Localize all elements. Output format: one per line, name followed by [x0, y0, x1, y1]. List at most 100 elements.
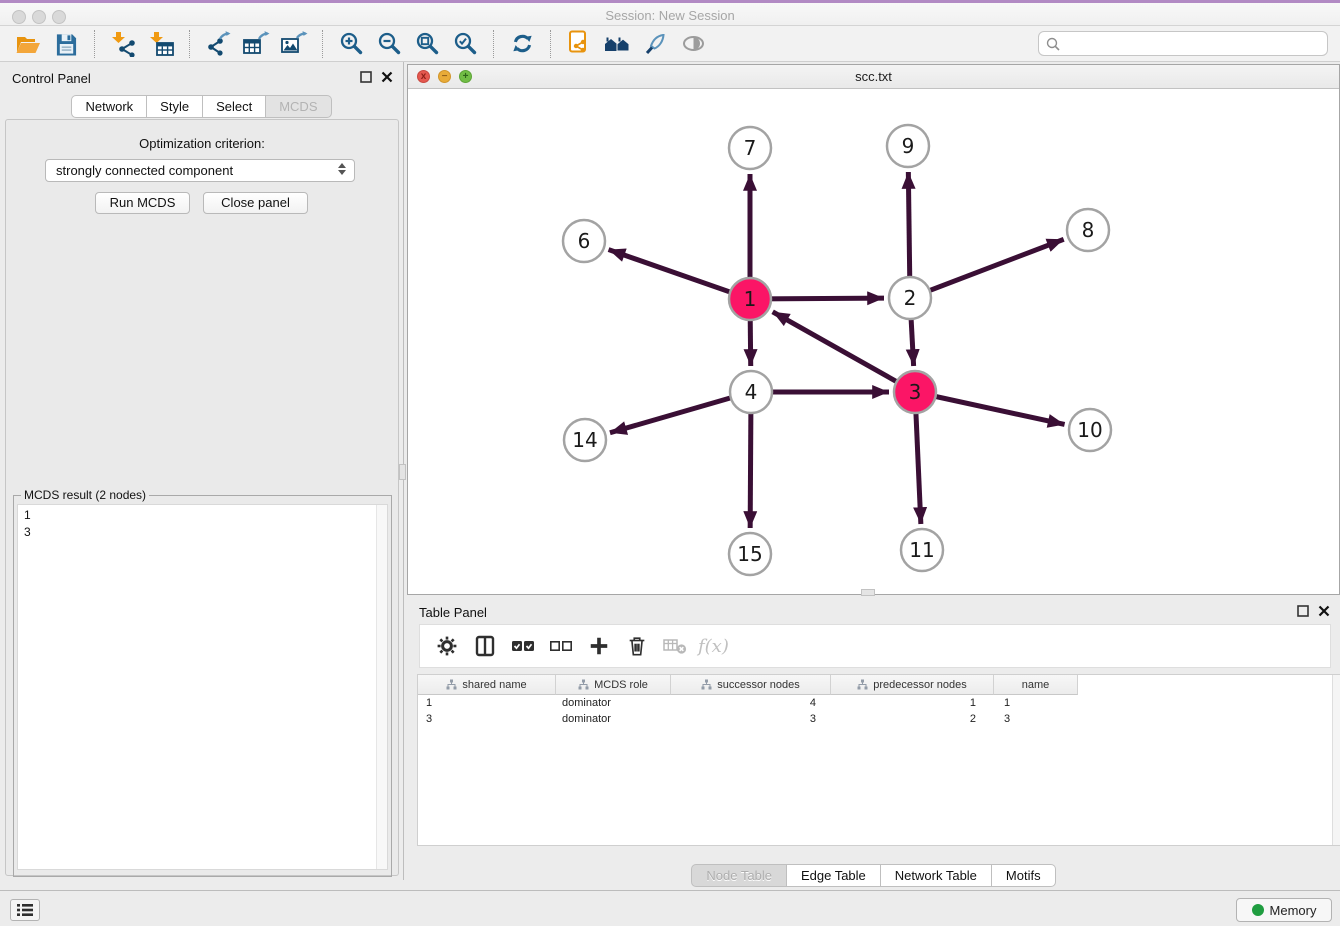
memory-button[interactable]: Memory: [1236, 898, 1332, 922]
edge-1-6[interactable]: [609, 250, 741, 296]
table-cell[interactable]: 1: [418, 695, 556, 711]
node-7[interactable]: 7: [729, 127, 771, 169]
select-all-icon[interactable]: [510, 633, 536, 659]
tab-network-table[interactable]: Network Table: [881, 864, 992, 887]
panel-splitter-grip[interactable]: [399, 464, 406, 480]
table-row[interactable]: 3dominator323: [418, 711, 1340, 727]
mcds-result-line: 3: [24, 524, 387, 541]
zoom-in-icon[interactable]: [336, 30, 366, 58]
column-header-shared-name[interactable]: shared name: [418, 675, 556, 695]
table-cell[interactable]: 1: [994, 695, 1078, 711]
column-header-predecessor-nodes[interactable]: predecessor nodes: [831, 675, 994, 695]
node-1[interactable]: 1: [729, 278, 771, 320]
edge-2-9[interactable]: [908, 172, 910, 288]
network-view-window: x − + scc.txt 7 9 6 8 1 2 4 3 14 10 15 11: [407, 64, 1340, 595]
import-network-icon[interactable]: [108, 30, 138, 58]
tab-style[interactable]: Style: [147, 95, 203, 118]
edge-2-8[interactable]: [919, 239, 1063, 294]
window-title: Session: New Session: [0, 8, 1340, 23]
close-panel-icon[interactable]: [381, 71, 393, 83]
result-scrollbar[interactable]: [376, 505, 387, 869]
tab-select[interactable]: Select: [203, 95, 266, 118]
float-panel-icon[interactable]: [360, 71, 372, 83]
mcds-tab-content: Optimization criterion: strongly connect…: [5, 119, 399, 876]
delete-table-icon[interactable]: [662, 633, 688, 659]
edge-3-11[interactable]: [915, 402, 920, 524]
edge-3-1[interactable]: [773, 312, 907, 387]
table-cell[interactable]: 3: [994, 711, 1078, 727]
svg-text:2: 2: [904, 286, 917, 310]
column-header-label: predecessor nodes: [873, 679, 967, 691]
close-panel-button[interactable]: Close panel: [203, 192, 308, 214]
node-4[interactable]: 4: [730, 371, 772, 413]
node-9[interactable]: 9: [887, 125, 929, 167]
shared-column-icon: [446, 679, 457, 690]
table-cell[interactable]: 4: [671, 695, 831, 711]
apply-style-icon[interactable]: [640, 30, 670, 58]
table-cell[interactable]: 1: [831, 695, 994, 711]
node-10[interactable]: 10: [1069, 409, 1111, 451]
table-panel-tabs: Node Table Edge Table Network Table Moti…: [407, 864, 1340, 887]
export-image-icon[interactable]: [279, 30, 309, 58]
edge-4-14[interactable]: [610, 395, 741, 433]
add-row-icon[interactable]: [586, 633, 612, 659]
table-options-icon[interactable]: [434, 633, 460, 659]
node-2[interactable]: 2: [889, 277, 931, 319]
export-network-icon[interactable]: [203, 30, 233, 58]
table-cell[interactable]: 3: [418, 711, 556, 727]
node-14[interactable]: 14: [564, 419, 606, 461]
close-panel-icon[interactable]: [1318, 605, 1330, 617]
column-header-name[interactable]: name: [994, 675, 1078, 695]
network-canvas[interactable]: 7 9 6 8 1 2 4 3 14 10 15 11: [408, 90, 1339, 595]
edge-4-15[interactable]: [750, 402, 751, 528]
tab-mcds[interactable]: MCDS: [266, 95, 331, 118]
run-mcds-button[interactable]: Run MCDS: [95, 192, 190, 214]
zoom-fit-icon[interactable]: [412, 30, 442, 58]
open-session-icon[interactable]: [13, 30, 43, 58]
table-cell[interactable]: 2: [831, 711, 994, 727]
task-history-button[interactable]: [10, 899, 40, 921]
zoom-selected-icon[interactable]: [450, 30, 480, 58]
zoom-out-icon[interactable]: [374, 30, 404, 58]
float-panel-icon[interactable]: [1297, 605, 1309, 617]
show-hide-graphics-icon[interactable]: [678, 30, 708, 58]
optimization-criterion-value: strongly connected component: [56, 163, 233, 178]
table-row[interactable]: 1dominator411: [418, 695, 1340, 711]
table-cell[interactable]: dominator: [556, 711, 671, 727]
network-table-splitter-grip[interactable]: [861, 589, 875, 596]
show-columns-icon[interactable]: [472, 633, 498, 659]
control-panel: Control Panel Network Style Select MCDS …: [0, 62, 404, 880]
tab-node-table[interactable]: Node Table: [691, 864, 787, 887]
tab-edge-table[interactable]: Edge Table: [787, 864, 881, 887]
table-cell[interactable]: dominator: [556, 695, 671, 711]
first-neighbors-icon[interactable]: [602, 30, 632, 58]
network-window-title: scc.txt: [408, 69, 1339, 84]
network-window-titlebar[interactable]: x − + scc.txt: [408, 65, 1339, 89]
toolbar-separator: [550, 30, 551, 58]
search-input[interactable]: [1061, 34, 1327, 54]
node-15[interactable]: 15: [729, 533, 771, 575]
column-header-successor-nodes[interactable]: successor nodes: [671, 675, 831, 695]
new-network-from-selection-icon[interactable]: [564, 30, 594, 58]
apply-layout-icon[interactable]: [507, 30, 537, 58]
node-8[interactable]: 8: [1067, 209, 1109, 251]
node-3[interactable]: 3: [894, 371, 936, 413]
tab-network[interactable]: Network: [71, 95, 147, 118]
optimization-criterion-select[interactable]: strongly connected component: [45, 159, 355, 182]
delete-row-icon[interactable]: [624, 633, 650, 659]
node-6[interactable]: 6: [563, 220, 605, 262]
save-session-icon[interactable]: [51, 30, 81, 58]
export-table-icon[interactable]: [241, 30, 271, 58]
deselect-all-icon[interactable]: [548, 633, 574, 659]
tab-motifs[interactable]: Motifs: [992, 864, 1056, 887]
search-field[interactable]: [1038, 31, 1328, 56]
mcds-result-text[interactable]: 13: [17, 504, 388, 870]
node-11[interactable]: 11: [901, 529, 943, 571]
import-table-icon[interactable]: [146, 30, 176, 58]
table-cell[interactable]: 3: [671, 711, 831, 727]
table-scrollbar[interactable]: [1332, 675, 1340, 845]
edge-1-2[interactable]: [760, 298, 884, 299]
edge-3-10[interactable]: [925, 394, 1065, 424]
function-builder-icon[interactable]: f(x): [698, 636, 729, 657]
column-header-MCDS-role[interactable]: MCDS role: [556, 675, 671, 695]
